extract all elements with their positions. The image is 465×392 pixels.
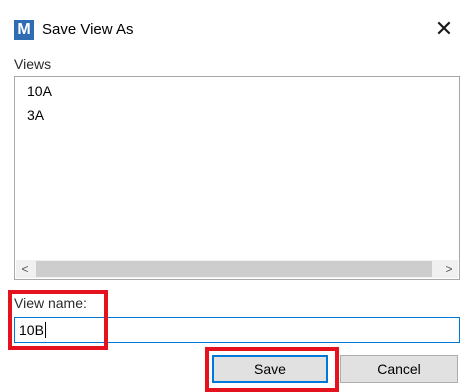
views-listbox[interactable]: 10A 3A < > [14,76,460,280]
cancel-button[interactable]: Cancel [340,355,458,383]
scroll-left-icon[interactable]: < [16,260,34,278]
scrollbar-thumb[interactable] [36,261,432,277]
save-button[interactable]: Save [212,355,328,383]
views-label: Views [14,56,52,72]
list-item[interactable]: 10A [27,83,52,99]
view-name-label: View name: [14,295,87,311]
scroll-right-icon[interactable]: > [440,260,458,278]
view-name-input[interactable] [14,317,460,343]
app-icon: M [14,20,34,40]
horizontal-scrollbar[interactable]: < > [16,260,458,278]
title-bar: M Save View As ✕ [0,0,465,54]
window-title: Save View As [42,21,134,38]
save-view-as-dialog: M Save View As ✕ Views 10A 3A < > View n… [0,0,465,392]
close-icon[interactable]: ✕ [430,16,458,42]
list-item[interactable]: 3A [27,107,44,123]
text-caret [45,322,46,338]
